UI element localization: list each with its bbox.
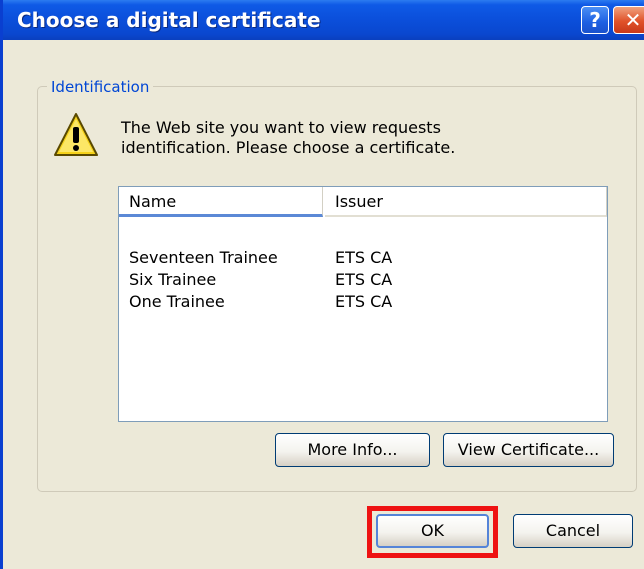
column-header-issuer[interactable]: Issuer — [325, 187, 607, 217]
view-certificate-button[interactable]: View Certificate... — [443, 433, 614, 467]
message-text: The Web site you want to view requests i… — [121, 118, 456, 157]
cert-issuer: ETS CA — [335, 248, 393, 267]
dialog-title: Choose a digital certificate — [17, 8, 321, 32]
close-button[interactable]: ✕ — [613, 6, 644, 34]
cancel-button[interactable]: Cancel — [513, 514, 633, 548]
ok-button[interactable]: OK — [376, 514, 489, 548]
list-row[interactable]: Seventeen Trainee ETS CA — [119, 247, 607, 269]
certificate-dialog: Choose a digital certificate ? ✕ Identif… — [0, 0, 644, 569]
column-header-name[interactable]: Name — [119, 187, 323, 217]
cert-name: Six Trainee — [129, 270, 217, 289]
group-label: Identification — [47, 78, 154, 96]
list-row[interactable]: Six Trainee ETS CA — [119, 269, 607, 291]
cert-issuer: ETS CA — [335, 292, 393, 311]
close-icon: ✕ — [624, 8, 642, 32]
help-button[interactable]: ? — [581, 6, 609, 34]
cert-name: One Trainee — [129, 292, 225, 311]
title-bar: Choose a digital certificate ? ✕ — [3, 0, 644, 40]
list-header: Name Issuer — [119, 187, 607, 219]
warning-icon — [54, 113, 98, 156]
list-row[interactable]: One Trainee ETS CA — [119, 291, 607, 313]
more-info-button[interactable]: More Info... — [275, 433, 430, 467]
cert-issuer: ETS CA — [335, 270, 393, 289]
help-icon: ? — [589, 8, 601, 32]
cert-name: Seventeen Trainee — [129, 248, 278, 267]
certificate-list[interactable]: Name Issuer Seventeen Trainee ETS CA Six… — [118, 186, 608, 422]
